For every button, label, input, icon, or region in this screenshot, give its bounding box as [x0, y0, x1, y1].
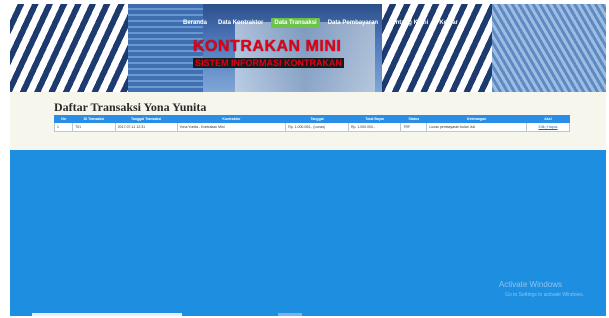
cell-action: Edit | Hapus	[525, 122, 571, 132]
col-header-contractor: Kontraktor	[176, 115, 287, 123]
cell-date: Rp. 1.000.000,- (Lunas)	[285, 122, 349, 132]
nav-transactions[interactable]: Data Transaksi	[271, 18, 320, 28]
logo-subtitle: SISTEM INFORMASI KONTRAKAN	[193, 58, 344, 68]
activation-watermark-text: Go to Settings to activate Windows.	[505, 292, 584, 298]
cell-status: TRF	[400, 122, 428, 132]
nav-home[interactable]: Beranda	[180, 18, 210, 28]
col-header-tx-date: Tanggal Transaksi	[114, 115, 178, 123]
content-panel: Daftar Transaksi Yona Yunita No ID Trans…	[10, 92, 606, 150]
table-row: 1 T01 2017-07-11 12:31 Yona Yunita - Kon…	[53, 122, 571, 132]
header-banner: Beranda Data Kontraktor Data Transaksi D…	[10, 4, 606, 92]
col-header-no: No	[53, 115, 74, 123]
col-header-total: Total Bayar	[347, 115, 402, 123]
browser-viewport: Beranda Data Kontraktor Data Transaksi D…	[10, 4, 606, 316]
cell-id: T01	[72, 122, 116, 132]
nav-payments[interactable]: Data Pembayaran	[325, 18, 381, 28]
banner-glass-right	[492, 4, 606, 92]
scrollbar-thumb[interactable]	[278, 313, 302, 316]
cell-contractor: Yona Yunita - Kontrakan Mini	[176, 122, 287, 132]
banner-tower	[235, 22, 375, 92]
table-header-row: No ID Transaksi Tanggal Transaksi Kontra…	[53, 115, 571, 123]
page-title: Daftar Transaksi Yona Yunita	[54, 100, 207, 114]
row-action-links[interactable]: Edit | Hapus	[538, 125, 557, 129]
banner-building-left	[10, 4, 128, 92]
cell-tx-date: 2017-07-11 12:31	[114, 122, 178, 132]
col-header-date: Tanggal	[285, 115, 349, 123]
cell-total: Rp. 1.000.000,-	[347, 122, 402, 132]
col-header-status: Status	[400, 115, 428, 123]
nav-logout[interactable]: Keluar	[436, 18, 461, 28]
col-header-note: Keterangan	[426, 115, 527, 123]
nav-about[interactable]: Tentang Kami	[386, 18, 431, 28]
col-header-action: Aksi	[525, 115, 571, 123]
logo-title: KONTRAKAN MINI	[193, 38, 342, 55]
activation-watermark-title: Activate Windows	[498, 280, 562, 289]
cell-note: Lunas pembayaran bulan Juli	[426, 122, 527, 132]
taskbar-edge	[32, 313, 182, 316]
cell-no: 1	[53, 122, 74, 132]
main-nav: Beranda Data Kontraktor Data Transaksi D…	[180, 16, 461, 30]
transactions-table: No ID Transaksi Tanggal Transaksi Kontra…	[53, 115, 571, 132]
nav-contractors[interactable]: Data Kontraktor	[215, 18, 266, 28]
col-header-id: ID Transaksi	[72, 115, 116, 123]
